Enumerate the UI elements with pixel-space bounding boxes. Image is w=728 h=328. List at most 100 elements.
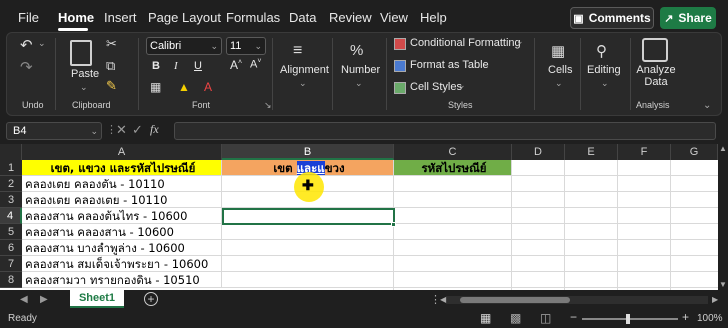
number-label[interactable]: Number [341,64,380,76]
page-break-view-icon[interactable]: ◫ [540,311,551,325]
formula-value [175,127,179,139]
select-all-corner[interactable] [0,144,22,160]
copy-icon[interactable]: ⧉ [106,58,115,74]
insert-function-icon[interactable]: fx [150,122,159,137]
undo-icon[interactable]: ↶ [20,36,33,54]
zoom-in-icon[interactable]: + [682,310,689,324]
row-header[interactable]: 1 [0,160,22,176]
redo-icon[interactable]: ↷ [20,58,33,76]
row-header[interactable]: 7 [0,256,22,272]
analyze-data-label[interactable]: Analyze Data [636,64,676,88]
font-color-icon[interactable]: A [204,80,212,94]
underline-icon[interactable]: U [194,60,202,72]
cell-a8[interactable]: คลองสามวา ทรายกองดิน - 10510 [22,272,222,288]
fill-handle[interactable] [391,222,396,227]
format-painter-icon[interactable]: ✎ [106,78,117,94]
column-header-d[interactable]: D [512,144,565,160]
cell-a4[interactable]: คลองสาน คลองต้นไทร - 10600 [22,208,222,224]
prev-sheet-icon[interactable]: ◀ [20,294,28,305]
row-header[interactable]: 8 [0,272,22,288]
font-size-select[interactable]: 11 ⌄ [226,37,266,55]
cell-c1[interactable]: รหัสไปรษณีย์ [394,160,512,176]
italic-icon[interactable]: I [174,60,178,72]
paste-icon[interactable] [70,40,92,66]
name-box[interactable]: B4 ⌄ [6,122,102,140]
horizontal-scrollbar[interactable] [446,296,708,304]
selected-cell-b4[interactable] [222,208,395,225]
fill-color-icon[interactable]: ▲ [178,80,190,94]
tab-help[interactable]: Help [420,10,447,25]
column-header-e[interactable]: E [565,144,618,160]
increase-font-icon[interactable]: A˄ [230,58,242,72]
cell-a6[interactable]: คลองสาน บางลำพูล่าง - 10600 [22,240,222,256]
tab-formulas[interactable]: Formulas [226,10,280,25]
row-header[interactable]: 2 [0,176,22,192]
tab-file[interactable]: File [18,10,39,25]
row-header[interactable]: 4 [0,208,22,224]
cell-a7[interactable]: คลองสาน สมเด็จเจ้าพระยา - 10600 [22,256,222,272]
tab-insert[interactable]: Insert [104,10,137,25]
zoom-slider[interactable] [582,318,678,320]
cell-a2[interactable]: คลองเตย คลองตัน - 10110 [22,176,222,192]
analyze-data-icon[interactable] [642,38,668,62]
zoom-slider-thumb[interactable] [626,314,630,324]
row-header[interactable]: 6 [0,240,22,256]
alignment-label[interactable]: Alignment [280,64,329,76]
borders-icon[interactable]: ▦ [150,80,161,94]
cut-icon[interactable]: ✂ [106,36,117,52]
bold-icon[interactable]: B [152,60,160,72]
cells-label[interactable]: Cells [548,64,572,76]
formula-input[interactable] [174,122,716,140]
chevron-down-icon: ⌄ [458,80,466,90]
tab-home[interactable]: Home [58,10,94,25]
chevron-down-icon[interactable]: ⌄ [601,78,609,89]
comments-button[interactable]: ▣ Comments [570,7,654,29]
chevron-down-icon[interactable]: ⌄ [355,78,363,89]
chevron-down-icon[interactable]: ⌄ [555,78,563,89]
tab-view[interactable]: View [380,10,408,25]
zoom-out-icon[interactable]: − [570,310,577,324]
zoom-level[interactable]: 100% [697,313,723,324]
cells-icon[interactable]: ▦ [551,42,565,60]
cell-a3[interactable]: คลองเตย คลองเตย - 10110 [22,192,222,208]
row-header[interactable]: 5 [0,224,22,240]
column-header-g[interactable]: G [671,144,718,160]
analysis-group-label: Analysis [636,100,670,110]
collapse-ribbon-icon[interactable]: ⌄ [703,100,711,111]
share-button[interactable]: ↗ Share [660,7,716,29]
sheet-tab-sheet1[interactable]: Sheet1 [70,290,124,308]
tab-review[interactable]: Review [329,10,372,25]
number-format-icon[interactable]: % [350,42,363,59]
cancel-icon[interactable]: ✕ [116,122,127,138]
vertical-scrollbar[interactable]: ▲ ▼ [718,144,728,290]
chevron-down-icon[interactable]: ⌄ [299,78,307,89]
next-sheet-icon[interactable]: ▶ [40,294,48,305]
alignment-icon[interactable]: ≡ [293,42,302,60]
scroll-right-icon[interactable]: ▶ [712,295,718,304]
column-header-c[interactable]: C [394,144,512,160]
tab-data[interactable]: Data [289,10,316,25]
cell-a5[interactable]: คลองสาน คลองสาน - 10600 [22,224,222,240]
scroll-up-icon[interactable]: ▲ [719,144,727,153]
paste-label[interactable]: Paste [71,68,99,80]
column-header-a[interactable]: A [22,144,222,160]
font-name-select[interactable]: Calibri ⌄ [146,37,222,55]
add-sheet-icon[interactable]: + [144,292,158,306]
normal-view-icon[interactable]: ▦ [480,311,491,325]
enter-icon[interactable]: ✓ [132,122,143,138]
horizontal-scroll-thumb[interactable] [460,297,570,303]
chevron-down-icon[interactable]: ⌄ [38,38,46,49]
scroll-down-icon[interactable]: ▼ [719,280,727,289]
decrease-font-icon[interactable]: A˅ [250,58,261,71]
search-icon[interactable]: ⚲ [596,42,607,60]
dialog-launcher-icon[interactable]: ↘ [264,100,272,111]
column-header-b[interactable]: B [222,144,394,160]
row-header[interactable]: 3 [0,192,22,208]
chevron-down-icon[interactable]: ⌄ [80,82,88,93]
editing-label[interactable]: Editing [587,64,621,76]
column-header-f[interactable]: F [618,144,671,160]
scroll-left-icon[interactable]: ◀ [440,295,446,304]
tab-page-layout[interactable]: Page Layout [148,10,221,25]
cell-a1[interactable]: เขต, แขวง และรหัสไปรษณีย์ [22,160,222,176]
page-layout-view-icon[interactable]: ▩ [510,311,521,325]
